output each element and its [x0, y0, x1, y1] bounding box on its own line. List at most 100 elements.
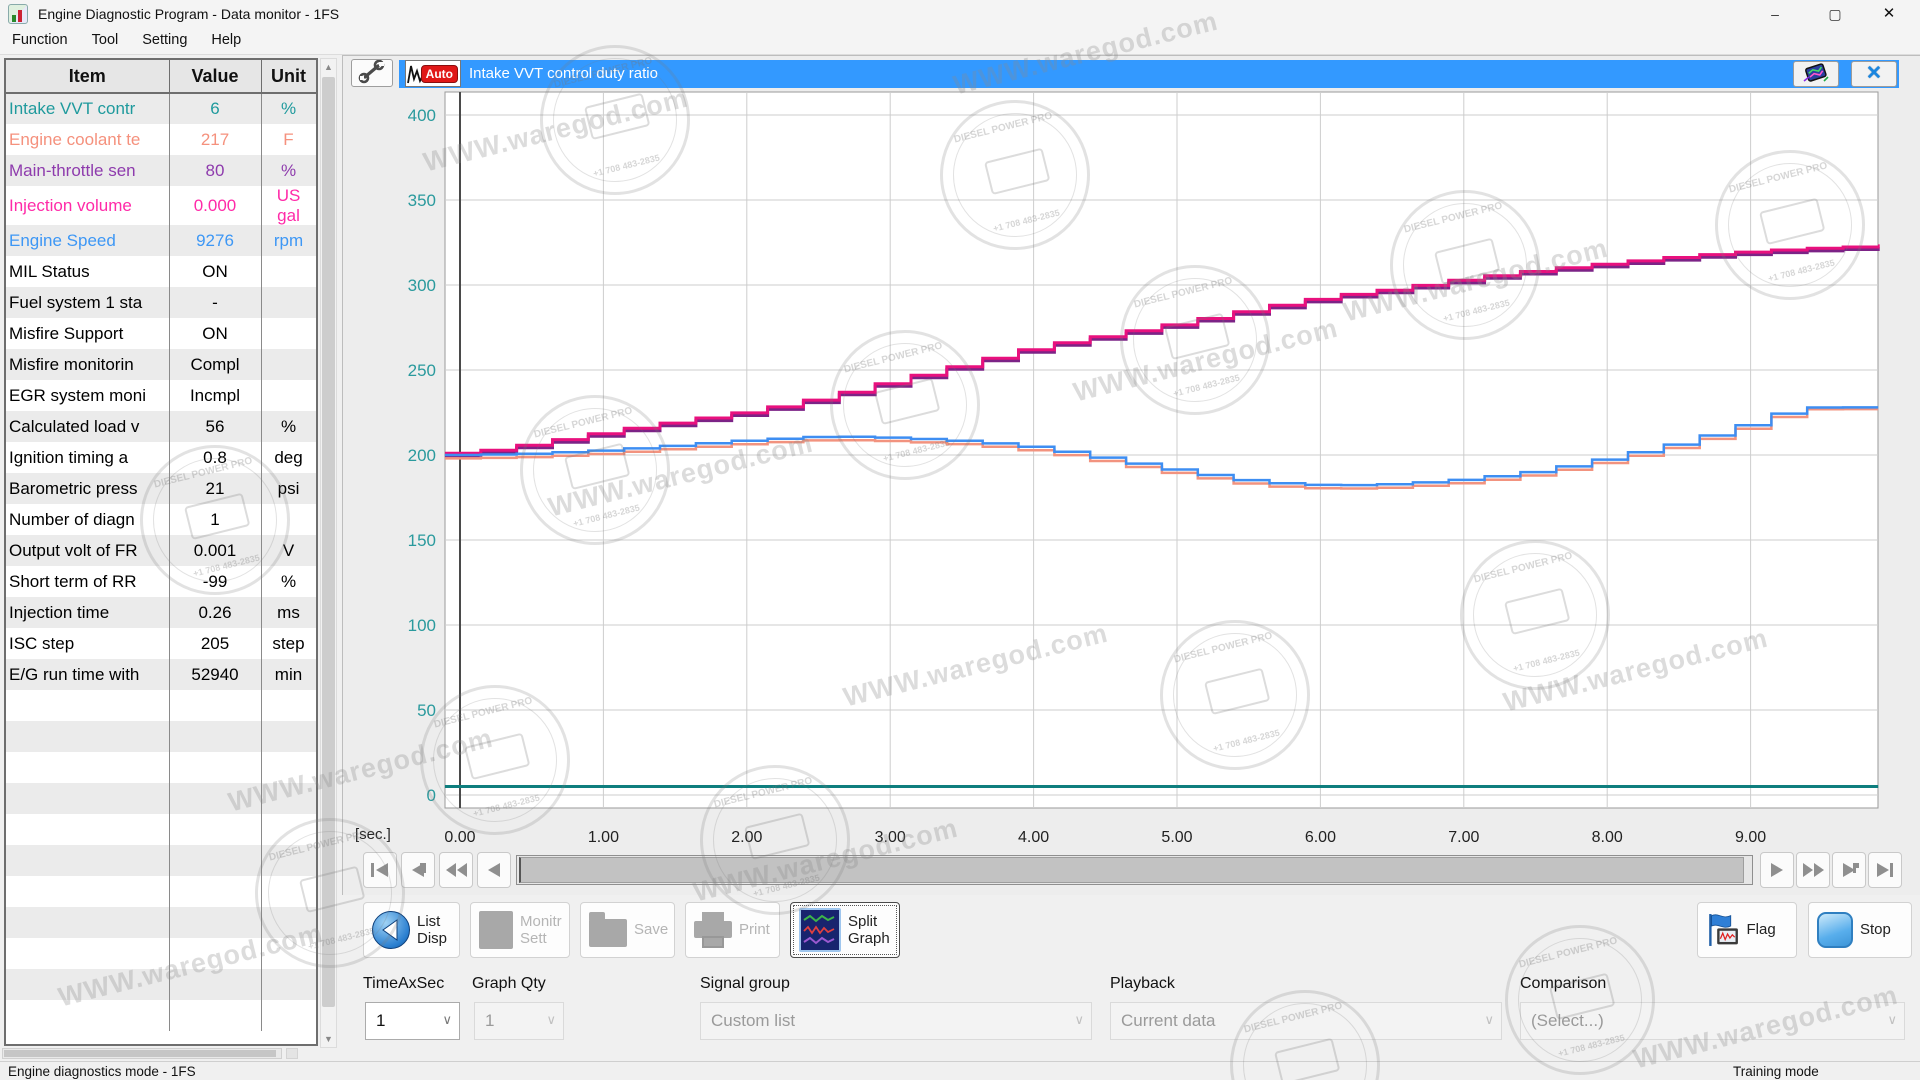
item-cell — [6, 907, 169, 938]
table-row[interactable]: Engine coolant te217F — [6, 124, 316, 155]
graph-title: Intake VVT control duty ratio — [469, 65, 658, 82]
table-row[interactable] — [6, 721, 316, 752]
table-row[interactable] — [6, 814, 316, 845]
close-button[interactable]: ✕ — [1866, 0, 1912, 28]
previous-flag-button[interactable] — [401, 852, 435, 888]
table-row[interactable] — [6, 938, 316, 969]
table-row[interactable]: Number of diagn1 — [6, 504, 316, 535]
scrollbar-thumb[interactable] — [4, 1050, 276, 1057]
table-row[interactable] — [6, 876, 316, 907]
save-button[interactable]: Save — [580, 902, 675, 958]
next-flag-button[interactable] — [1832, 852, 1866, 888]
table-row[interactable] — [6, 783, 316, 814]
menu-item-tool[interactable]: Tool — [80, 28, 131, 52]
table-row[interactable] — [6, 690, 316, 721]
item-cell: EGR system moni — [6, 380, 169, 411]
graph-close-button[interactable]: ✕ — [1851, 61, 1897, 87]
val-cell: 1 — [169, 504, 261, 535]
step-back-button[interactable] — [477, 852, 511, 888]
list-disp-label: List Disp — [417, 913, 451, 948]
item-cell — [6, 1000, 169, 1031]
split-graph-button[interactable]: Split Graph — [790, 902, 900, 958]
auto-badge: Auto — [421, 65, 458, 83]
playback-select[interactable]: Current data ∨ — [1110, 1002, 1502, 1040]
val-cell: 21 — [169, 473, 261, 504]
table-row[interactable]: ISC step205step — [6, 628, 316, 659]
chevron-down-icon: ∨ — [546, 1012, 556, 1028]
time-ax-label: TimeAxSec — [363, 975, 444, 993]
table-row[interactable]: Injection time0.26ms — [6, 597, 316, 628]
table-row[interactable]: Injection volume0.000US gal — [6, 186, 316, 225]
scroll-down-icon[interactable]: ▼ — [321, 1031, 336, 1047]
val-cell: -99 — [169, 566, 261, 597]
table-row[interactable]: EGR system moniIncmpl — [6, 380, 316, 411]
fast-forward-button[interactable] — [1796, 852, 1830, 888]
signal-group-select[interactable]: Custom list ∨ — [700, 1002, 1092, 1040]
val-cell: ON — [169, 318, 261, 349]
table-row[interactable]: Barometric press21psi — [6, 473, 316, 504]
table-horizontal-scrollbar[interactable] — [2, 1048, 282, 1059]
stop-button[interactable]: Stop — [1808, 902, 1912, 958]
graph-tools-button[interactable] — [351, 59, 393, 87]
table-row[interactable]: E/G run time with52940min — [6, 659, 316, 690]
graph-settings-button[interactable] — [1793, 61, 1839, 87]
comparison-select[interactable]: (Select...) ∨ — [1520, 1002, 1905, 1040]
timeline-scrollbar[interactable] — [516, 855, 1753, 885]
scroll-up-icon[interactable]: ▲ — [321, 59, 336, 75]
window-title: Engine Diagnostic Program - Data monitor… — [38, 6, 339, 22]
val-cell: 205 — [169, 628, 261, 659]
table-row[interactable] — [6, 907, 316, 938]
list-disp-button[interactable]: List Disp — [363, 902, 460, 958]
item-cell: Fuel system 1 sta — [6, 287, 169, 318]
graph-qty-label: Graph Qty — [472, 975, 546, 993]
table-row[interactable]: Output volt of FR0.001V — [6, 535, 316, 566]
item-cell: Number of diagn — [6, 504, 169, 535]
unit-cell — [261, 783, 316, 814]
table-row[interactable]: Calculated load v56% — [6, 411, 316, 442]
val-cell: Incmpl — [169, 380, 261, 411]
val-cell: 217 — [169, 124, 261, 155]
table-row[interactable] — [6, 969, 316, 1000]
table-row[interactable]: Ignition timing a0.8deg — [6, 442, 316, 473]
flag-button[interactable]: Flag — [1697, 902, 1797, 958]
print-button[interactable]: Print — [685, 902, 780, 958]
menu-item-function[interactable]: Function — [0, 28, 80, 52]
table-row[interactable]: MIL StatusON — [6, 256, 316, 287]
skip-end-icon — [1874, 862, 1896, 878]
scrollbar-thumb[interactable] — [322, 77, 335, 1007]
val-cell — [169, 907, 261, 938]
close-x-icon: ✕ — [1866, 63, 1882, 84]
table-row[interactable]: Misfire SupportON — [6, 318, 316, 349]
graph-qty-select[interactable]: 1 ∨ — [474, 1002, 564, 1040]
item-cell: Misfire Support — [6, 318, 169, 349]
table-row[interactable]: Short term of RR-99% — [6, 566, 316, 597]
auto-scale-button[interactable]: Auto — [405, 60, 461, 87]
rewind-button[interactable] — [439, 852, 473, 888]
rewind-icon — [444, 862, 468, 878]
table-row[interactable]: Engine Speed9276rpm — [6, 225, 316, 256]
unit-cell — [261, 1000, 316, 1031]
table-row[interactable]: Main-throttle sen80% — [6, 155, 316, 186]
table-row[interactable] — [6, 1000, 316, 1031]
time-ax-select[interactable]: 1 ∨ — [365, 1002, 460, 1040]
skip-to-start-button[interactable] — [363, 852, 397, 888]
menu-item-setting[interactable]: Setting — [130, 28, 199, 52]
table-row[interactable]: Fuel system 1 sta- — [6, 287, 316, 318]
item-cell: Misfire monitorin — [6, 349, 169, 380]
table-vertical-scrollbar[interactable]: ▲ ▼ — [320, 58, 337, 1048]
unit-cell: % — [261, 411, 316, 442]
table-row[interactable] — [6, 845, 316, 876]
table-row[interactable]: Misfire monitorinCompl — [6, 349, 316, 380]
skip-to-end-button[interactable] — [1868, 852, 1902, 888]
table-row[interactable]: Intake VVT contr6% — [6, 93, 316, 124]
item-cell: Main-throttle sen — [6, 155, 169, 186]
maximize-button[interactable]: ▢ — [1812, 0, 1858, 28]
timeline-thumb[interactable] — [519, 857, 1744, 883]
table-row[interactable] — [6, 752, 316, 783]
minimize-button[interactable]: – — [1752, 0, 1798, 28]
monitor-sett-button[interactable]: Monitr Sett — [470, 902, 570, 958]
step-forward-button[interactable] — [1760, 852, 1794, 888]
app-icon — [8, 4, 28, 24]
menu-item-help[interactable]: Help — [199, 28, 253, 52]
signal-group-value: Custom list — [711, 1011, 795, 1030]
